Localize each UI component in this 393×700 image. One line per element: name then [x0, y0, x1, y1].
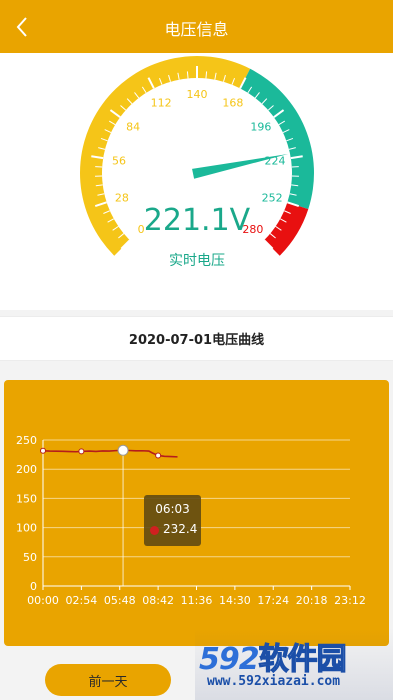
page-title: 电压信息	[164, 20, 229, 39]
watermark: 592软件园 www.592xiazai.com	[195, 628, 393, 700]
chart-y-tick-label: 50	[23, 551, 37, 564]
gauge-tick-label: 140	[187, 88, 208, 101]
chart-x-tick-label: 11:36	[181, 594, 213, 607]
chart-tooltip: 06:03 232.4	[144, 495, 201, 546]
chart-title-bar: 2020-07-01电压曲线	[0, 316, 393, 361]
gauge-tick-label: 28	[115, 191, 129, 204]
chart-point[interactable]	[78, 448, 85, 455]
gauge-tick-label: 84	[126, 121, 140, 134]
tooltip-value: 232.4	[163, 522, 198, 536]
gauge-tick-label: 252	[262, 191, 283, 204]
chart-y-tick-label: 250	[16, 434, 37, 447]
prev-day-button[interactable]: 前一天	[45, 664, 171, 696]
chart-y-tick-label: 150	[16, 492, 37, 505]
gauge-tick-label: 168	[222, 97, 243, 110]
gauge-band-high	[240, 68, 315, 210]
chart-x-tick-label: 17:24	[257, 594, 289, 607]
chart-x-tick-label: 00:00	[27, 594, 59, 607]
gauge-tick-label: 196	[250, 121, 271, 134]
chart-y-tick-label: 200	[16, 463, 37, 476]
gauge-tick-label: 112	[151, 97, 172, 110]
gauge-tick-label: 56	[112, 155, 126, 168]
app-header: 电压信息	[0, 0, 393, 53]
chart-point[interactable]	[40, 447, 46, 454]
chart-x-tick-label: 14:30	[219, 594, 251, 607]
chart-x-tick-label: 23:12	[334, 594, 366, 607]
gauge-label: 实时电压	[169, 253, 225, 269]
chart-x-tick-label: 20:18	[296, 594, 328, 607]
chart-x-tick-label: 02:54	[66, 594, 98, 607]
chart-y-tick-label: 0	[30, 580, 37, 593]
watermark-logo: 592软件园	[199, 641, 347, 677]
chart-point[interactable]	[155, 452, 162, 459]
chart-point-highlight[interactable]	[117, 444, 129, 456]
voltage-chart[interactable]: 0 50 100 150 200 250 00:00 02:54 05:48 08:42 11:36…	[4, 380, 389, 646]
watermark-url: www.592xiazai.com	[207, 674, 341, 689]
chart-title: 2020-07-01电压曲线	[128, 333, 265, 348]
voltage-gauge-card: 0 28 56 84 112 140 168 196 224 252 280 221.1V 实时电压	[0, 53, 393, 310]
gauge-value: 221.1V	[144, 203, 251, 238]
voltage-gauge: 0285684112140168196224252280 221.1V 实时电压	[79, 55, 315, 269]
chart-y-tick-label: 100	[16, 522, 37, 535]
chart-x-tick-label: 05:48	[104, 594, 136, 607]
tooltip-time: 06:03	[155, 502, 190, 516]
gauge-minor-tick	[205, 71, 208, 79]
chart-x-tick-label: 08:42	[142, 594, 174, 607]
gauge-minor-tick	[186, 71, 189, 79]
tooltip-series-dot	[150, 526, 159, 535]
